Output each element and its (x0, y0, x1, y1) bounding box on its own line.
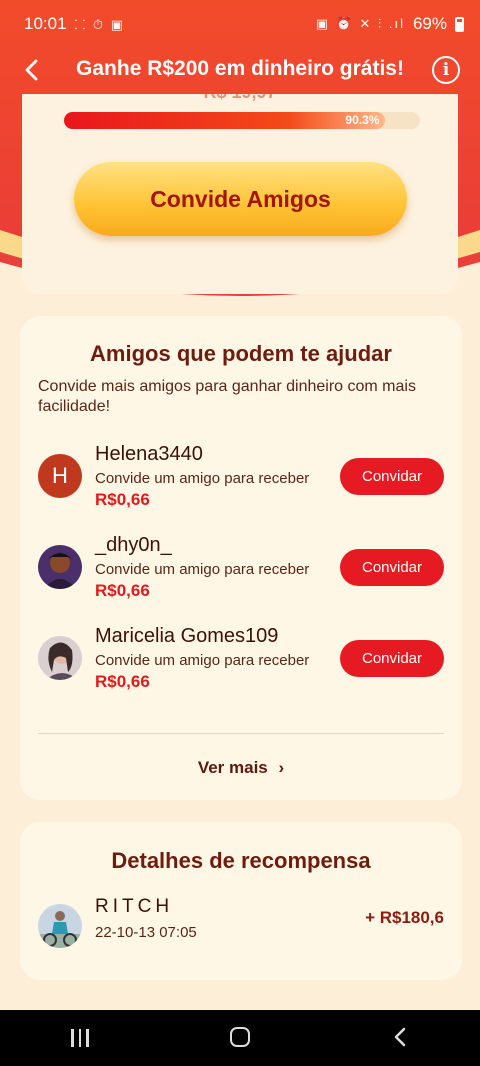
rewards-title: Detalhes de recompensa (111, 848, 371, 873)
friend-name: Helena3440 (95, 443, 203, 465)
progress-bar: 90.3% (64, 112, 420, 129)
system-icons: ▣ ⏰ ✕ ⫶ .ıl (315, 16, 405, 31)
status-bar: 10:01 ⸬ ⏱ ▣ ▣ ⏰ ✕ ⫶ .ıl 69% (0, 0, 480, 48)
recents-button[interactable] (50, 1023, 110, 1054)
friend-name: _dhy0n_ (95, 534, 172, 556)
divider (38, 733, 444, 734)
friend-subtitle: Convide um amigo para receber (95, 652, 310, 669)
rewards-card: Detalhes de recompensa RITCH 22-10-13 07… (20, 822, 462, 980)
reward-row: RITCH 22-10-13 07:05 + R$180,6 (38, 896, 444, 948)
see-more-link[interactable]: Ver mais › (20, 758, 462, 778)
invite-friends-button[interactable]: Convide Amigos (74, 162, 407, 236)
friends-description: Convide mais amigos para ganhar dinheiro… (38, 378, 416, 415)
system-back-button[interactable] (370, 1023, 430, 1054)
progress-card: R$ 19,97 90.3% Convide Amigos (22, 94, 458, 294)
system-navigation-bar (0, 1010, 480, 1066)
friend-amount: R$0,66 (95, 490, 150, 509)
friend-amount: R$0,66 (95, 581, 150, 600)
avatar (38, 904, 82, 948)
home-button[interactable] (210, 1023, 270, 1054)
back-arrow-icon (394, 1027, 406, 1046)
friend-name: Maricelia Gomes109 (95, 625, 279, 647)
progress-fill: 90.3% (64, 112, 386, 129)
friends-card: Amigos que podem te ajudar Convide mais … (20, 316, 462, 800)
avatar: H (38, 454, 82, 498)
notification-icons: ⸬ ⏱ ▣ (74, 17, 125, 32)
recents-icon (71, 1028, 89, 1047)
friend-subtitle: Convide um amigo para receber (95, 470, 310, 487)
reward-user-name: RITCH (95, 896, 174, 917)
reward-amount: + R$180,6 (365, 908, 444, 927)
battery-icon (455, 16, 464, 32)
home-icon (230, 1026, 250, 1047)
invite-button[interactable]: Convidar (340, 640, 444, 677)
invite-button[interactable]: Convidar (340, 549, 444, 586)
battery-percent: 69% (412, 14, 447, 33)
friend-row: _dhy0n_ Convide um amigo para receber R$… (38, 534, 444, 600)
avatar (38, 545, 82, 589)
friend-amount: R$0,66 (95, 672, 150, 691)
avatar (38, 636, 82, 680)
info-button[interactable]: i (432, 56, 460, 84)
friends-title: Amigos que podem te ajudar (90, 341, 392, 366)
page-title: Ganhe R$200 em dinheiro grátis! (76, 57, 404, 80)
invite-button[interactable]: Convidar (340, 458, 444, 495)
app-bar: Ganhe R$200 em dinheiro grátis! i (0, 48, 480, 92)
chevron-left-icon (25, 59, 38, 81)
progress-percent: 90.3% (345, 113, 380, 127)
reward-date: 22-10-13 07:05 (95, 924, 197, 941)
status-time: 10:01 (24, 14, 67, 33)
friend-row: H Helena3440 Convide um amigo para receb… (38, 443, 444, 509)
friend-subtitle: Convide um amigo para receber (95, 561, 310, 578)
friend-row: Maricelia Gomes109 Convide um amigo para… (38, 625, 444, 691)
progress-amount: R$ 19,97 (22, 94, 458, 103)
back-button[interactable] (16, 54, 46, 86)
info-icon: i (442, 60, 450, 80)
see-more-label: Ver mais (197, 758, 268, 777)
chevron-right-icon: › (278, 758, 285, 777)
